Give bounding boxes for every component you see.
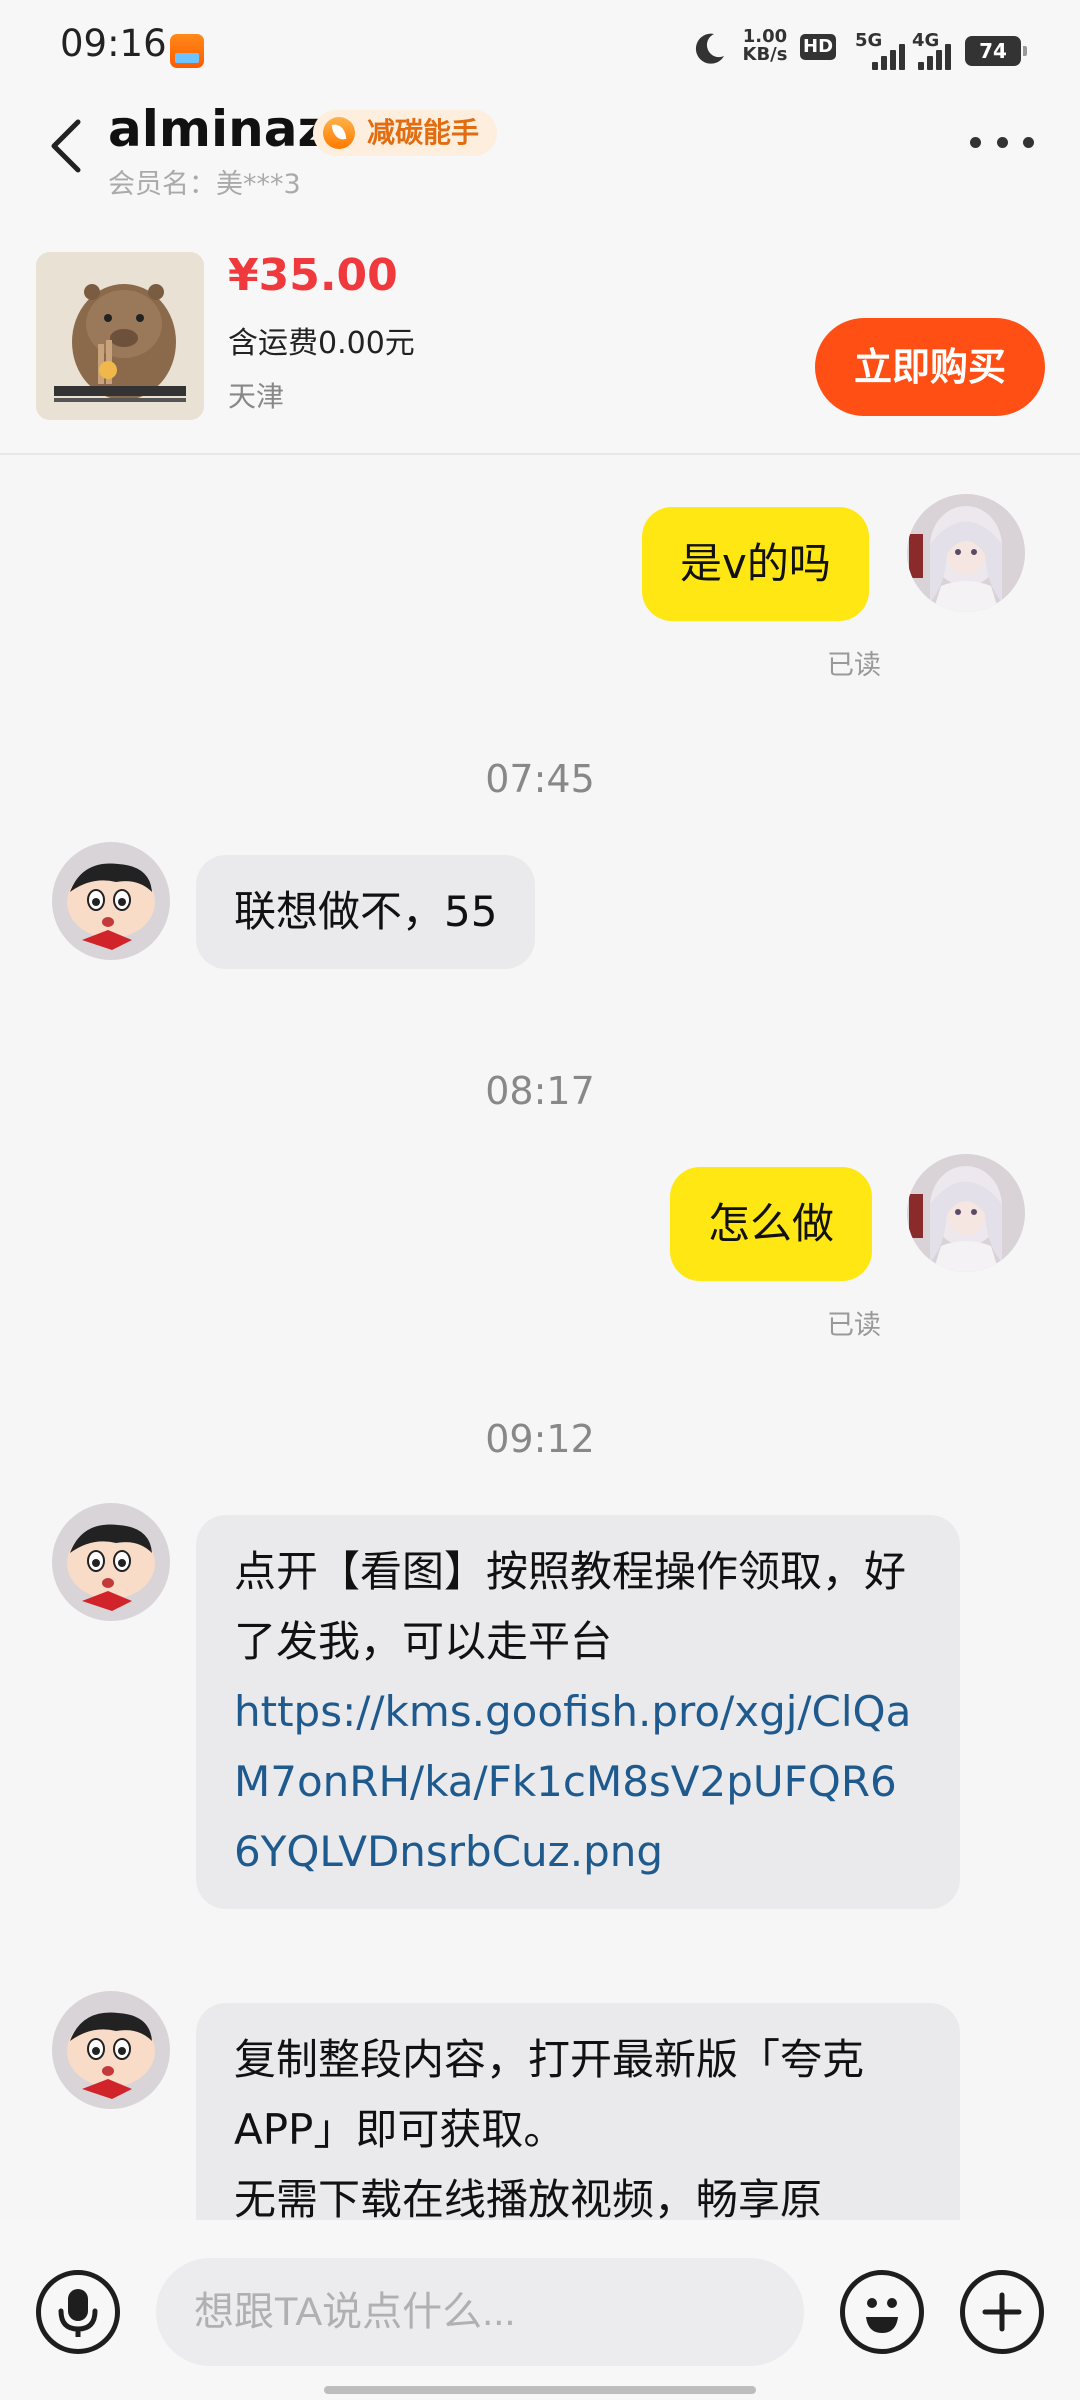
dot [996, 136, 1008, 148]
contact-name[interactable]: alminaz [108, 100, 327, 158]
microphone-icon [58, 2289, 98, 2337]
product-thumbnail[interactable] [36, 252, 204, 420]
contact-avatar[interactable] [52, 1503, 170, 1621]
network-speed: 1.00 KB/s [742, 26, 788, 65]
input-bar [0, 2220, 1080, 2400]
back-button[interactable] [38, 110, 98, 180]
crayon-shinchan-avatar-image [52, 1503, 170, 1621]
leaf-icon [323, 117, 355, 149]
hd-voice-icon: HD [800, 34, 860, 64]
contact-avatar[interactable] [52, 1991, 170, 2109]
taobao-notification-icon [170, 34, 204, 68]
message-text: 点开【看图】按照教程操作领取，好了发我，可以走平台 [234, 1547, 907, 1666]
anime-girl-avatar-image [907, 1154, 1025, 1272]
chat-header: alminaz 减碳能手 会员名：美***3 [0, 90, 1080, 200]
capybara-image [36, 252, 204, 420]
contact-avatar[interactable] [52, 842, 170, 960]
product-location: 天津 [228, 380, 285, 413]
carbon-badge[interactable]: 减碳能手 [313, 110, 498, 156]
status-time: 09:16 [60, 22, 167, 65]
product-shipping: 含运费0.00元 [228, 326, 415, 361]
home-indicator[interactable] [324, 2386, 756, 2394]
product-price: ¥35.00 [228, 250, 398, 301]
chat-area[interactable]: 是v的吗 已读 07:45 联想做不，55 08:17 怎么做 已读 09:12… [0, 457, 1080, 2220]
emoji-button[interactable] [840, 2270, 924, 2354]
signal-5g-icon [872, 40, 912, 70]
timestamp-separator: 07:45 [485, 757, 595, 801]
message-text: 复制整段内容，打开最新版「夸克APP」即可获取。 [234, 2035, 865, 2154]
my-avatar[interactable] [907, 494, 1025, 612]
moon-icon [695, 33, 724, 64]
status-bar: 09:16 1.00 KB/s HD 5G 4G 74 [0, 0, 1080, 90]
more-actions-button[interactable] [960, 2270, 1044, 2354]
buy-now-button[interactable]: 立即购买 [815, 318, 1045, 416]
timestamp-separator: 09:12 [485, 1417, 595, 1461]
crayon-shinchan-avatar-image [52, 842, 170, 960]
message-text: 无需下载在线播放视频，畅享原 [234, 2175, 823, 2220]
message-bubble-incoming[interactable]: 点开【看图】按照教程操作领取，好了发我，可以走平台 https://kms.go… [196, 1515, 960, 1909]
message-link[interactable]: https://kms.goofish.pro/xgj/ClQaM7onRH/k… [234, 1677, 922, 1887]
badge-label: 减碳能手 [367, 116, 480, 149]
dot [970, 136, 981, 148]
more-options-button[interactable] [970, 130, 1034, 154]
voice-input-button[interactable] [36, 2270, 120, 2354]
signal-4g-icon [918, 40, 958, 70]
read-receipt: 已读 [827, 650, 881, 681]
message-bubble-outgoing[interactable]: 怎么做 [670, 1167, 873, 1281]
crayon-shinchan-avatar-image [52, 1991, 170, 2109]
message-bubble-incoming[interactable]: 复制整段内容，打开最新版「夸克APP」即可获取。 无需下载在线播放视频，畅享原 [196, 2003, 960, 2220]
product-card[interactable]: ¥35.00 含运费0.00元 天津 立即购买 [0, 200, 1080, 455]
my-avatar[interactable] [907, 1154, 1025, 1272]
message-input[interactable] [156, 2258, 804, 2366]
message-bubble-incoming[interactable]: 联想做不，55 [196, 855, 536, 969]
dot [1023, 136, 1034, 148]
message-bubble-outgoing[interactable]: 是v的吗 [642, 507, 869, 621]
anime-girl-avatar-image [907, 494, 1025, 612]
battery-icon: 74 [965, 36, 1027, 66]
timestamp-separator: 08:17 [485, 1069, 595, 1113]
plus-icon [982, 2292, 1022, 2332]
smiley-icon [866, 2298, 898, 2333]
member-name: 会员名：美***3 [108, 169, 301, 200]
read-receipt: 已读 [827, 1310, 881, 1341]
